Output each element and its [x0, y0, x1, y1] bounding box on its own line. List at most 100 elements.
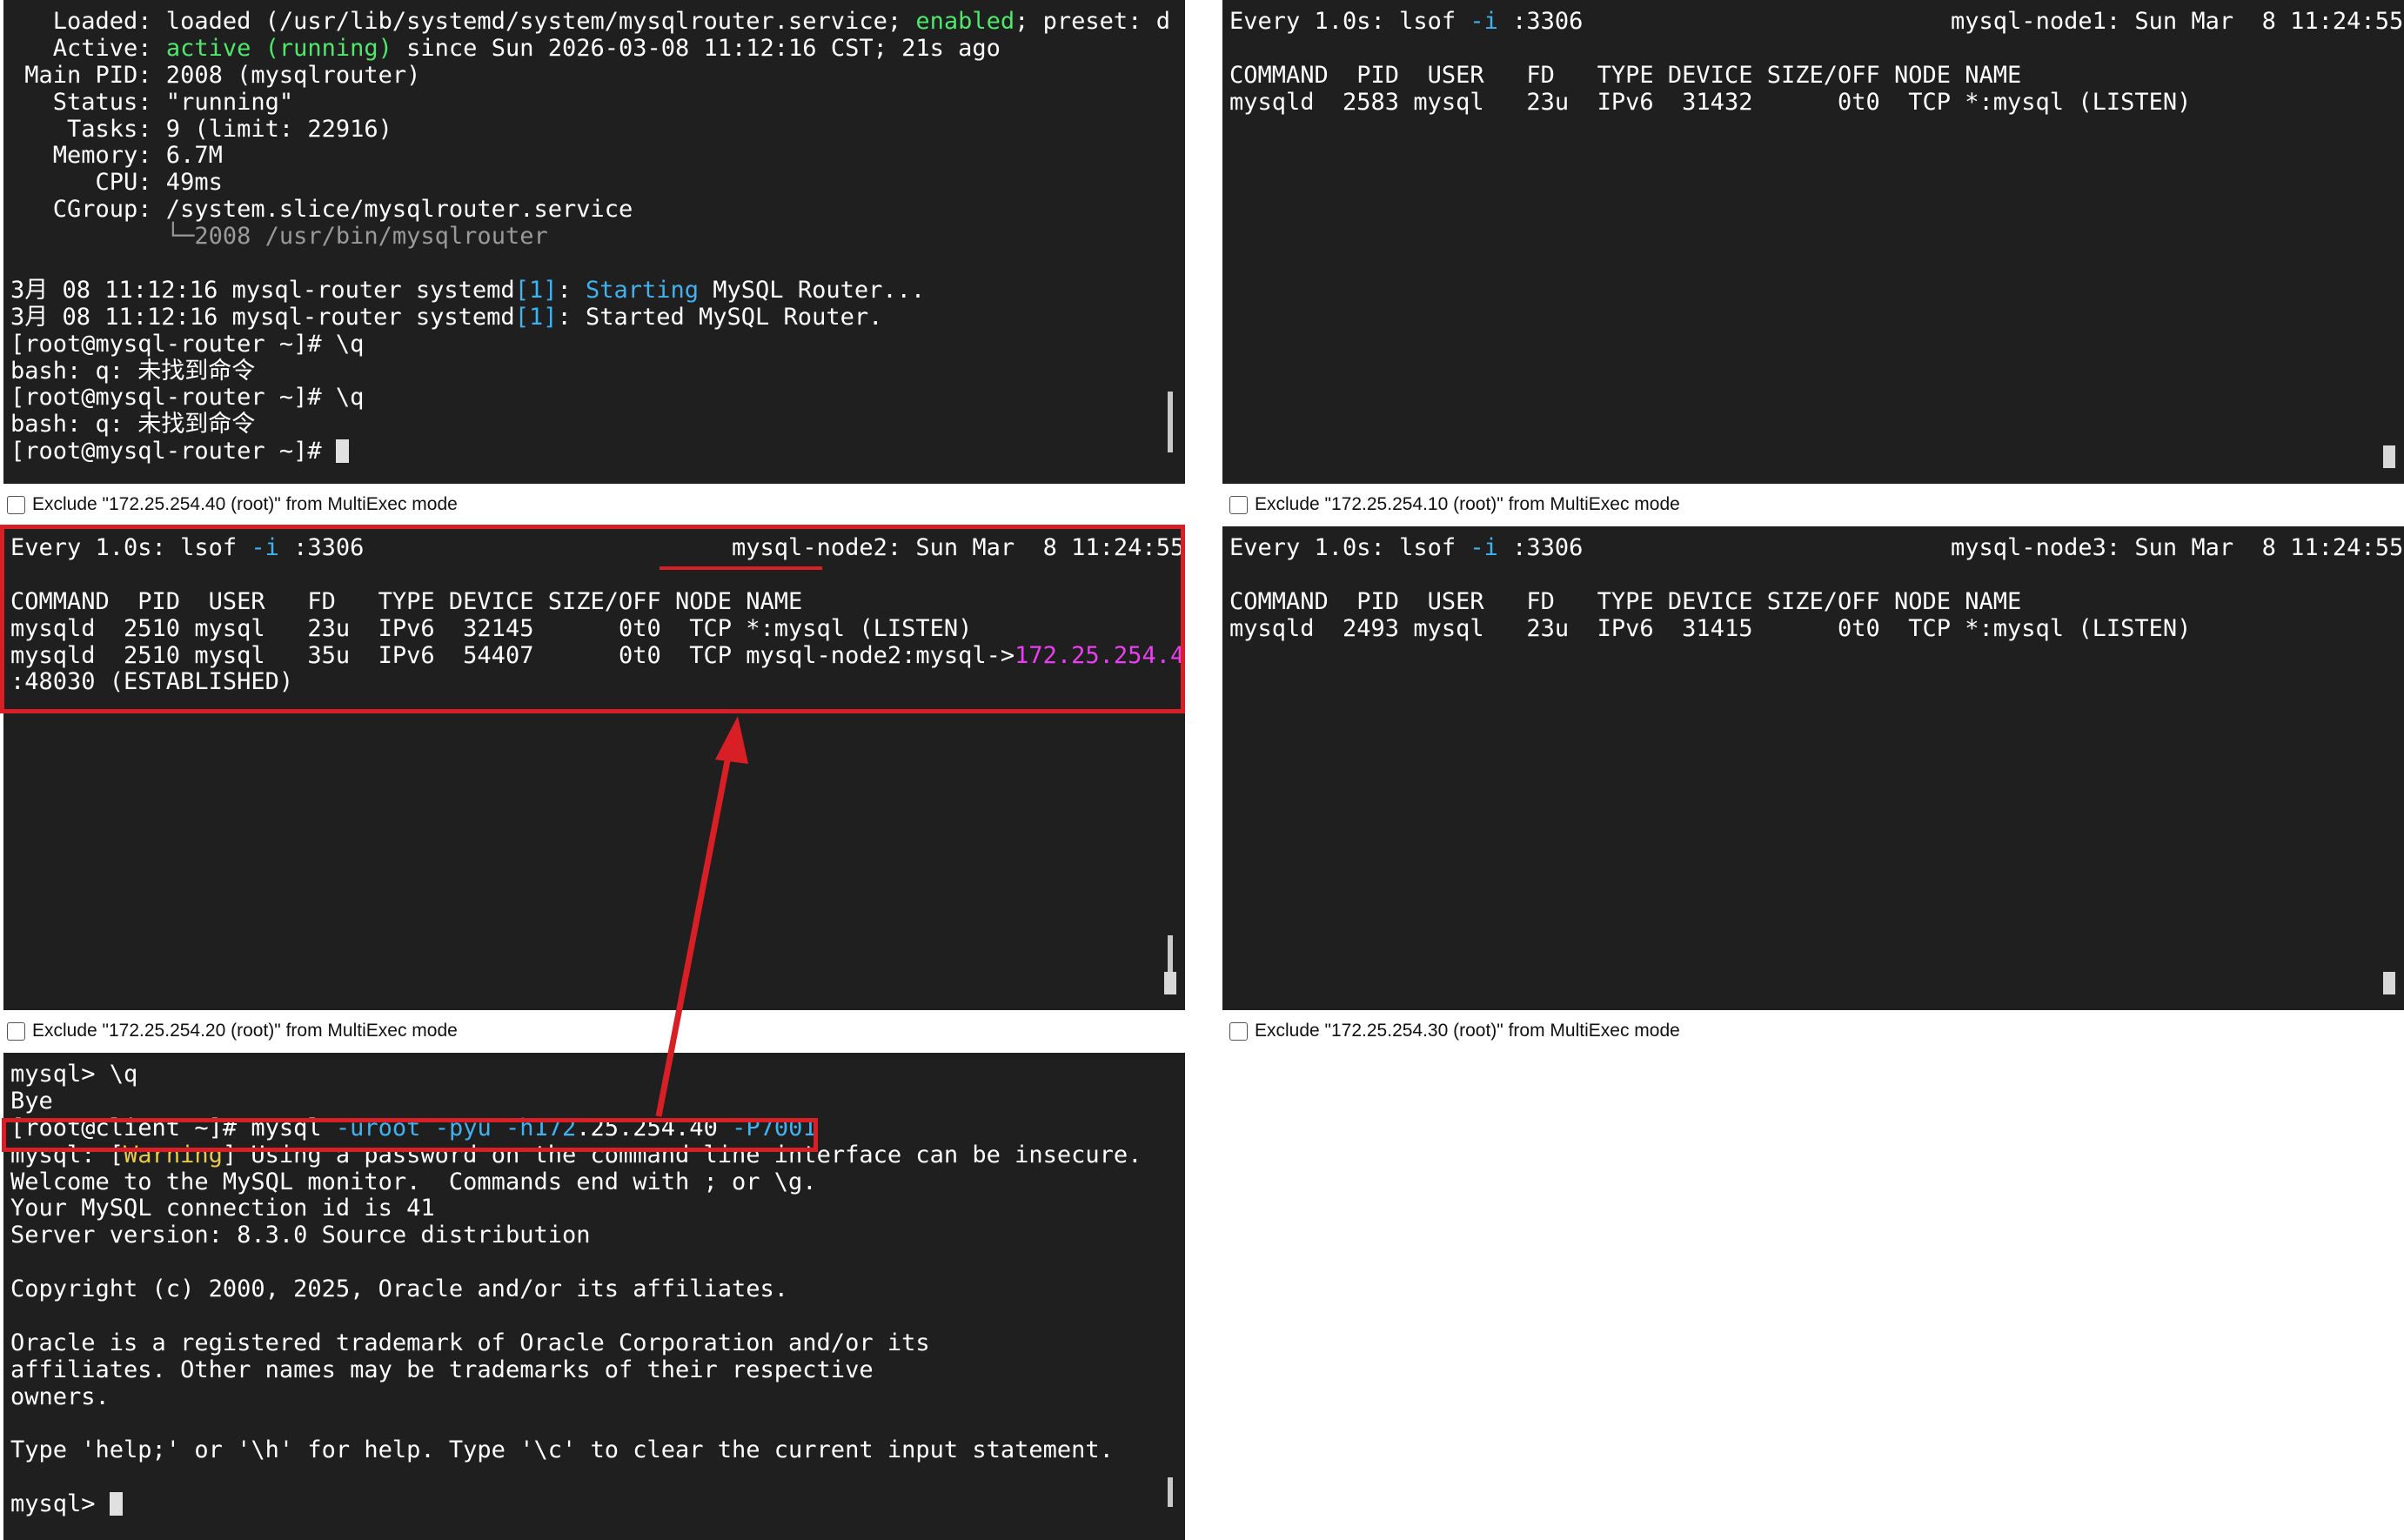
terminal-line: bash: q: 未找到命令: [10, 411, 1178, 439]
terminal-text: [1]: [514, 276, 558, 304]
exclude-option-node3[interactable]: Exclude "172.25.254.30 (root)" from Mult…: [1229, 1019, 1680, 1043]
terminal-line: Every 1.0s: lsof -i :3306 mysql-node1: S…: [1229, 8, 2403, 36]
terminal-line: 3月 08 11:12:16 mysql-router systemd[1]: …: [10, 276, 1178, 305]
terminal-text: [root@mysql-router ~]# \q: [10, 330, 365, 358]
exclude-checkbox[interactable]: [7, 1021, 25, 1041]
terminal-text: Your MySQL connection id is 41: [10, 1195, 435, 1222]
terminal-text: :3306 mysql-node1: Sun Mar 8 11:24:55 20…: [1497, 8, 2404, 35]
terminal-text: Oracle is a registered trademark of Orac…: [10, 1329, 930, 1356]
terminal-text: -i: [1470, 8, 1498, 35]
terminal-text: ; preset: d: [1015, 8, 1170, 35]
highlight-underline-node2-hostname: [660, 566, 822, 570]
terminal-pane-node1[interactable]: Every 1.0s: lsof -i :3306 mysql-node1: S…: [1222, 0, 2404, 484]
terminal-text: Tasks: 9 (limit: 22916): [10, 115, 392, 143]
highlight-box-node2-connections: [0, 525, 1185, 713]
terminal-text: mysql> \q: [10, 1061, 138, 1088]
terminal-line: Copyright (c) 2000, 2025, Oracle and/or …: [10, 1276, 1178, 1303]
terminal-line: Main PID: 2008 (mysqlrouter): [10, 61, 1178, 90]
terminal-line: Status: "running": [10, 88, 1178, 117]
terminal-text: Server version: 8.3.0 Source distributio…: [10, 1222, 591, 1249]
scrollbar-thumb[interactable]: [2383, 445, 2395, 468]
terminal-line: CGroup: /system.slice/mysqlrouter.servic…: [10, 196, 1178, 224]
terminal-text: Type 'help;' or '\h' for help. Type '\c'…: [10, 1436, 1114, 1464]
terminal-line: COMMAND PID USER FD TYPE DEVICE SIZE/OFF…: [1229, 587, 2397, 616]
terminal-text: Starting: [585, 276, 700, 304]
terminal-text: enabled: [915, 8, 1015, 35]
terminal-line: [root@mysql-router ~]# \q: [10, 385, 1178, 412]
terminal-text: Bye: [10, 1087, 53, 1115]
terminal-text: owners.: [10, 1383, 110, 1410]
exclude-checkbox[interactable]: [7, 495, 25, 514]
terminal-text: MySQL Router...: [699, 276, 926, 304]
terminal-line: mysqld 2493 mysql 23u IPv6 31415 0t0 TCP…: [1229, 614, 2397, 643]
terminal-output: Loaded: loaded (/usr/lib/systemd/system/…: [3, 0, 1185, 484]
terminal-text: Status: "running": [10, 88, 294, 116]
terminal-line: Oracle is a registered trademark of Orac…: [10, 1329, 1178, 1357]
terminal-line: affiliates. Other names may be trademark…: [10, 1356, 1178, 1384]
terminal-line: CPU: 49ms: [10, 169, 1178, 197]
scrollbar[interactable]: [1168, 392, 1173, 452]
terminal-text: 3月 08 11:12:16 mysql-router systemd: [10, 276, 515, 304]
terminal-output: Every 1.0s: lsof -i :3306 mysql-node1: S…: [1222, 0, 2404, 484]
exclude-label: Exclude "172.25.254.10 (root)" from Mult…: [1255, 494, 1680, 514]
scrollbar-thumb[interactable]: [2383, 972, 2395, 994]
terminal-line: [root@mysql-router ~]# \q: [10, 331, 1178, 358]
terminal-line: mysqld 2583 mysql 23u IPv6 31432 0t0 TCP…: [1229, 89, 2397, 117]
terminal-line: Bye: [10, 1088, 1178, 1115]
exclude-label: Exclude "172.25.254.40 (root)" from Mult…: [32, 494, 458, 514]
scrollbar-thumb[interactable]: [1164, 972, 1176, 994]
terminal-text: [1]: [514, 303, 558, 331]
terminal-text: 3月 08 11:12:16 mysql-router systemd: [10, 303, 515, 331]
terminal-line: Welcome to the MySQL monitor. Commands e…: [10, 1168, 1178, 1196]
terminal-text: affiliates. Other names may be trademark…: [10, 1356, 874, 1383]
highlight-box-client-command: [2, 1118, 818, 1152]
exclude-option-node1[interactable]: Exclude "172.25.254.10 (root)" from Mult…: [1229, 492, 1680, 517]
terminal-text: Every 1.0s: lsof: [1229, 534, 1470, 561]
terminal-text: -i: [1470, 534, 1498, 561]
terminal-line: mysql> \q: [10, 1061, 1178, 1088]
exclude-option-node2[interactable]: Exclude "172.25.254.20 (root)" from Mult…: [7, 1019, 458, 1043]
terminal-pane-router[interactable]: Loaded: loaded (/usr/lib/systemd/system/…: [3, 0, 1185, 484]
terminal-text: mysqld 2493 mysql 23u IPv6 31415 0t0 TCP…: [1229, 614, 2192, 642]
scrollbar[interactable]: [1168, 1477, 1173, 1507]
terminal-line: Memory: 6.7M: [10, 143, 1178, 170]
terminal-line: Tasks: 9 (limit: 22916): [10, 115, 1178, 144]
terminal-text: Every 1.0s: lsof: [1229, 8, 1470, 35]
terminal-line: COMMAND PID USER FD TYPE DEVICE SIZE/OFF…: [1229, 62, 2397, 90]
terminal-pane-node3[interactable]: Every 1.0s: lsof -i :3306 mysql-node3: S…: [1222, 526, 2404, 1010]
terminal-text: since Sun 2026-03-08 11:12:16 CST; 21s a…: [392, 34, 1001, 62]
terminal-text: Loaded: loaded (/usr/lib/systemd/system/…: [10, 8, 916, 35]
terminal-text: CGroup: /system.slice/mysqlrouter.servic…: [10, 196, 633, 224]
exclude-checkbox[interactable]: [1229, 1021, 1248, 1041]
terminal-text: COMMAND PID USER FD TYPE DEVICE SIZE/OFF…: [1229, 587, 2022, 615]
terminal-text: bash: q: 未找到命令: [10, 411, 256, 439]
terminal-text: Main PID: 2008 (mysqlrouter): [10, 61, 421, 89]
exclude-option-router[interactable]: Exclude "172.25.254.40 (root)" from Mult…: [7, 492, 458, 517]
exclude-label: Exclude "172.25.254.20 (root)" from Mult…: [32, 1021, 458, 1041]
terminal-text: active (running): [165, 34, 392, 62]
terminal-line: Server version: 8.3.0 Source distributio…: [10, 1222, 1178, 1249]
exclude-checkbox[interactable]: [1229, 495, 1248, 514]
terminal-text: └─: [10, 223, 195, 251]
terminal-line: Loaded: loaded (/usr/lib/systemd/system/…: [10, 8, 1178, 36]
terminal-text: Welcome to the MySQL monitor. Commands e…: [10, 1168, 817, 1195]
terminal-text: [root@mysql-router ~]# \q: [10, 384, 365, 412]
terminal-text: bash: q: 未找到命令: [10, 357, 256, 385]
terminal-line: Every 1.0s: lsof -i :3306 mysql-node3: S…: [1229, 534, 2403, 562]
terminal-output: Every 1.0s: lsof -i :3306 mysql-node3: S…: [1222, 526, 2404, 1010]
terminal-line: 3月 08 11:12:16 mysql-router systemd[1]: …: [10, 303, 1178, 331]
terminal-cursor: [335, 439, 349, 464]
terminal-line: bash: q: 未找到命令: [10, 358, 1178, 385]
terminal-text: : Started MySQL Router.: [557, 303, 883, 331]
terminal-line: Active: active (running) since Sun 2026-…: [10, 34, 1178, 63]
terminal-line: [root@mysql-router ~]#: [10, 438, 1178, 465]
terminal-line: mysql>: [10, 1490, 1178, 1518]
terminal-text: Active:: [10, 34, 166, 62]
terminal-text: [root@mysql-router ~]#: [10, 438, 336, 465]
